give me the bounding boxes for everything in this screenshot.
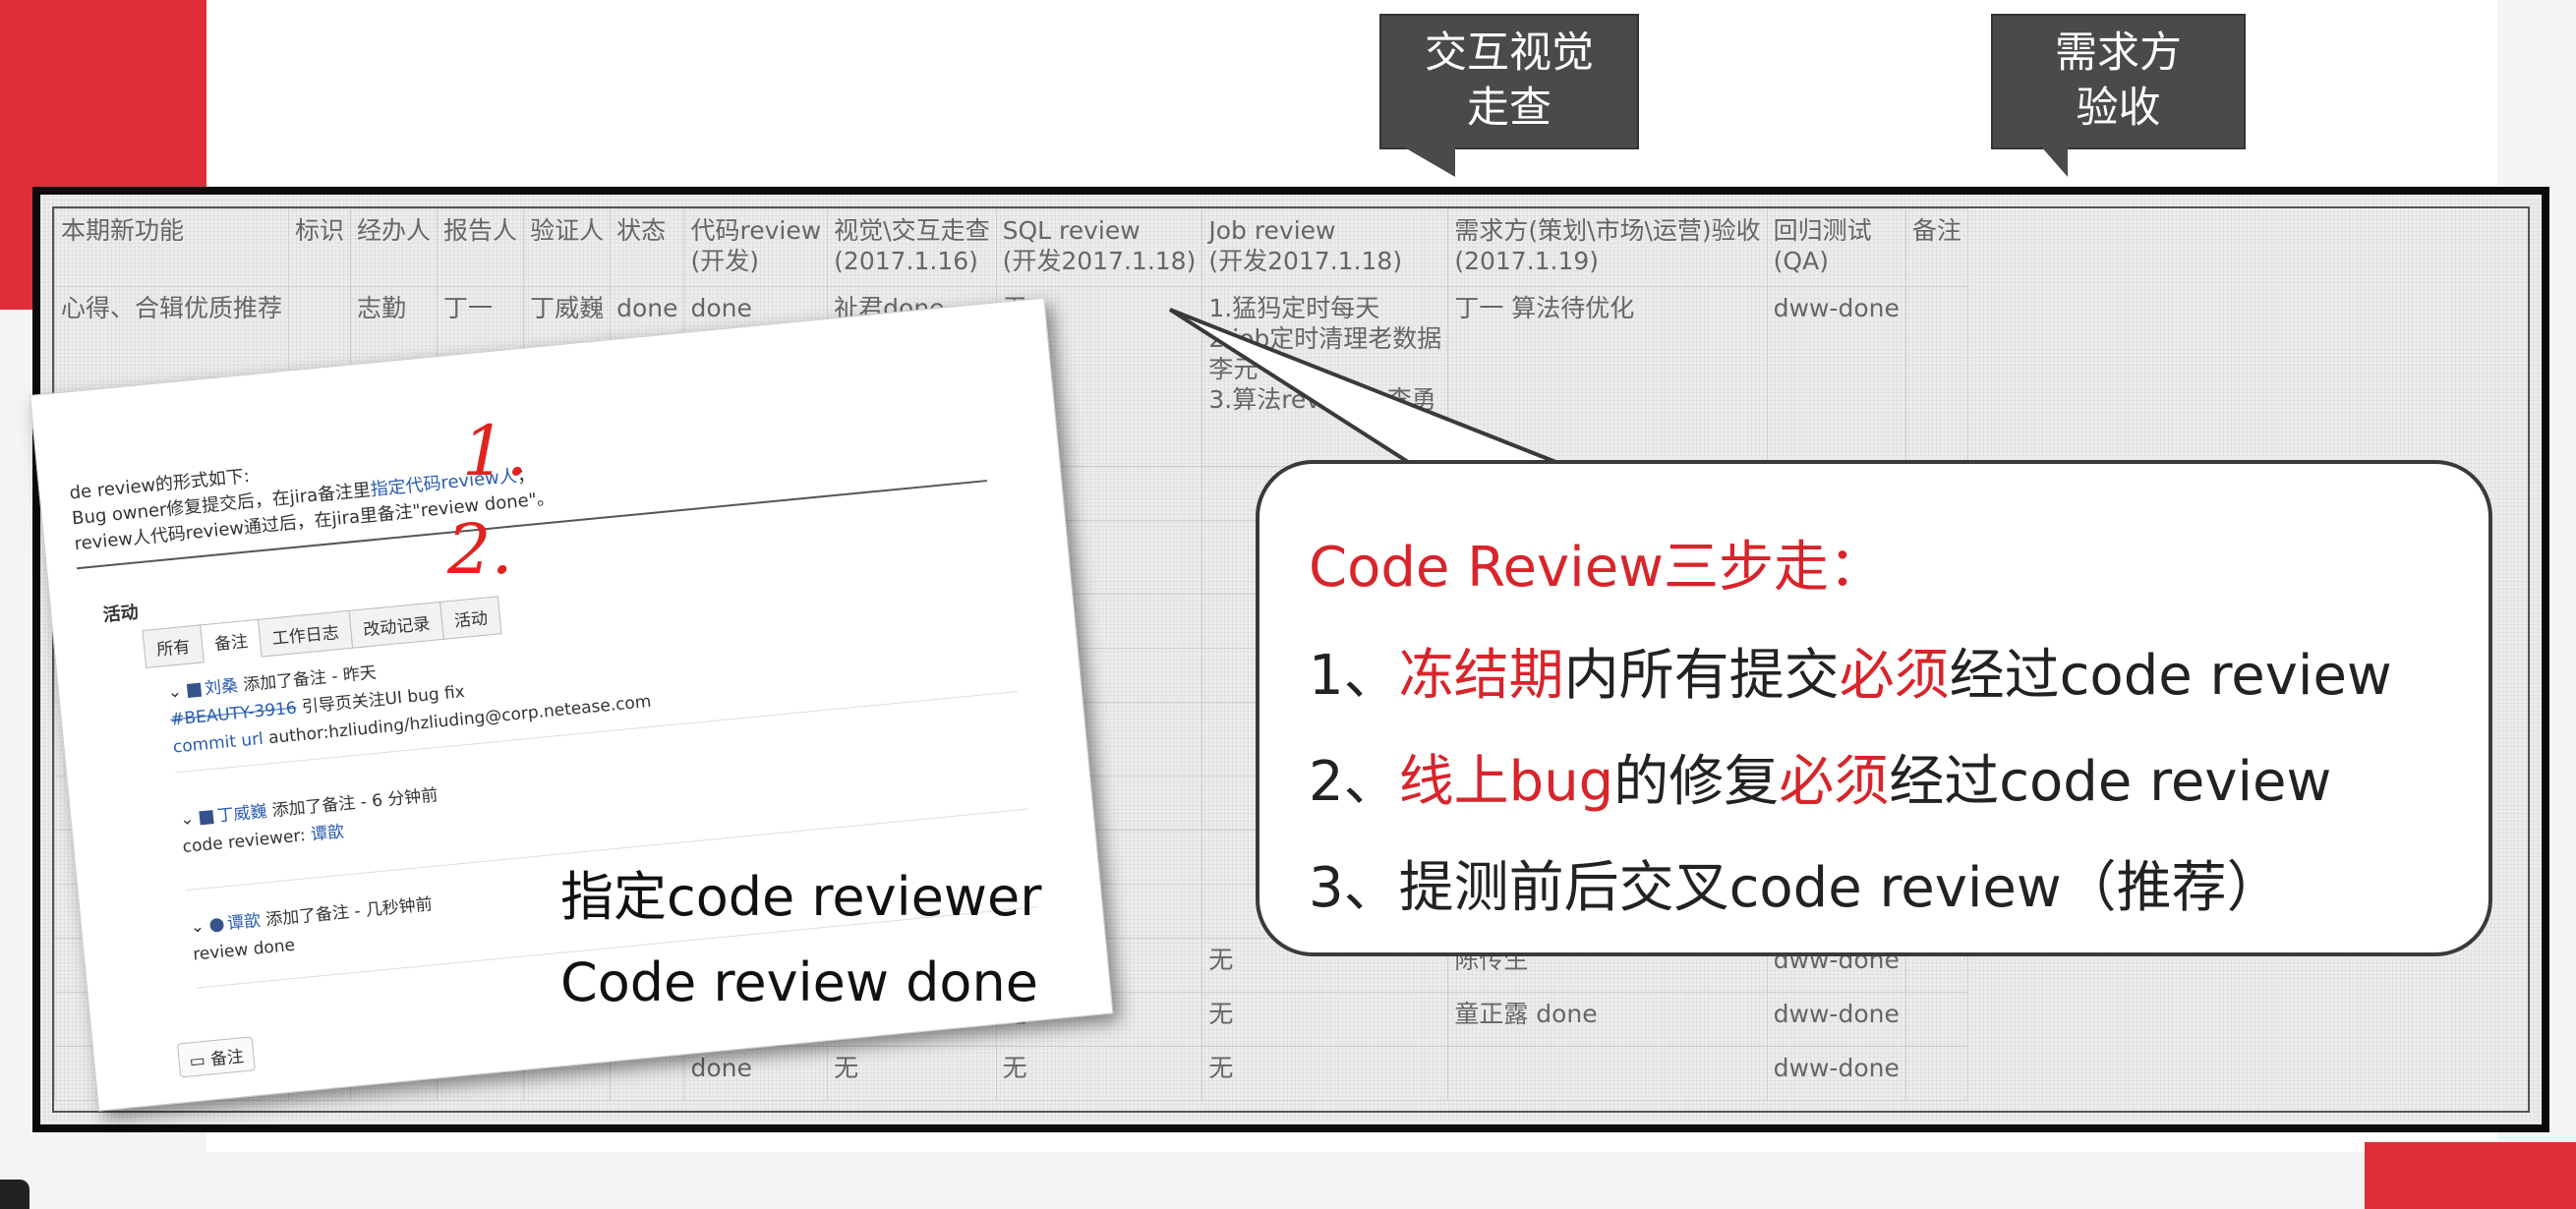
comment-button-label: 备注: [209, 1047, 245, 1070]
table-cell: 童正露 done: [1447, 992, 1768, 1047]
step-1-text: 内所有提交: [1563, 644, 1840, 708]
table-header-cell: 备注: [1904, 208, 1968, 287]
header-line: 经办人: [357, 216, 432, 245]
table-cell: [1904, 286, 1968, 467]
table-header-cell: 代码review (开发): [683, 208, 829, 287]
table-header-cell: 验证人: [523, 208, 612, 287]
step-2-num: 2、: [1309, 750, 1399, 814]
table-cell: 无: [995, 1046, 1203, 1101]
chevron-down-icon[interactable]: ⌄: [190, 916, 210, 937]
comment-icon: ▭: [188, 1050, 212, 1072]
callout-demand-accept: 需求方 验收: [1993, 16, 2244, 177]
entry-3-user[interactable]: 谭歆: [226, 911, 262, 934]
tab-2[interactable]: 工作日志: [257, 609, 354, 658]
header-line: 需求方(策划\市场\运营)验收: [1454, 216, 1761, 245]
table-cell: dww-done: [1766, 1046, 1906, 1101]
step-1-freeze: 冻结期: [1398, 644, 1564, 708]
entry-1-user[interactable]: 刘桑: [204, 676, 239, 699]
table-cell: 无: [827, 1046, 997, 1101]
table-header-cell: 状态: [610, 208, 685, 287]
annotation-review-done: Code review done: [560, 951, 1038, 1013]
bubble-title: Code Review三步走：: [1309, 536, 1884, 600]
step-2-online-bug: 线上bug: [1398, 750, 1614, 814]
entry-2-reviewer[interactable]: 谭歆: [310, 822, 345, 844]
table-header-cell: 报告人: [437, 208, 525, 287]
header-line: 视觉\交互走查: [834, 216, 990, 245]
avatar: [186, 682, 202, 698]
avatar: [199, 810, 214, 826]
annotation-number-1: 1.: [462, 411, 528, 491]
header-line: 标识: [295, 216, 345, 245]
tab-3[interactable]: 改动记录: [348, 601, 444, 649]
callout-tail: [2040, 145, 2068, 177]
table-header-cell: 视觉\交互走查 (2017.1.16): [827, 208, 997, 287]
chevron-down-icon[interactable]: ⌄: [179, 808, 200, 830]
step-2-text: 的修复: [1613, 750, 1780, 814]
comment-button[interactable]: ▭ 备注: [176, 1036, 257, 1078]
header-line: Job review: [1208, 216, 1336, 245]
step-2-must: 必须: [1779, 750, 1890, 814]
table-header-cell: 经办人: [350, 208, 439, 287]
header-line: 报告人: [443, 216, 518, 245]
step-2-tail: 经过code review: [1889, 750, 2332, 814]
table-header-cell: SQL review (开发2017.1.18): [995, 208, 1203, 287]
header-line: (2017.1.19): [1454, 247, 1600, 275]
header-line: 代码review: [690, 216, 822, 245]
entry-1-commit-link[interactable]: commit url: [172, 729, 264, 758]
header-line: 备注: [1911, 216, 1961, 245]
table-cell: 无: [1201, 1046, 1449, 1101]
table-header-cell: Job review (开发2017.1.18): [1201, 208, 1449, 287]
activity-entry-3: ⌄ 谭歆 添加了备注 - 几秒钟前 review done: [189, 891, 436, 968]
entry-2-user[interactable]: 丁威巍: [216, 802, 268, 827]
table-cell: [1904, 992, 1968, 1047]
annotation-assign-reviewer: 指定code reviewer: [560, 866, 1042, 928]
table-cell: [1447, 1046, 1768, 1101]
table-cell: done: [683, 1046, 829, 1101]
tab-1[interactable]: 备注: [200, 618, 263, 663]
callout-tail: [1401, 145, 1455, 177]
header-line: (开发): [690, 247, 759, 275]
table-header-cell: 本期新功能: [53, 208, 290, 287]
table-cell: [1904, 1046, 1968, 1101]
step-1-tail: 经过code review: [1949, 644, 2392, 708]
header-line: (开发2017.1.18): [1208, 247, 1403, 275]
callout-visual-check: 交互视觉 走查: [1381, 16, 1637, 177]
callout-demand-accept-line1: 需求方: [2055, 29, 2182, 78]
table-cell: dww-done: [1766, 992, 1906, 1047]
bubble-step-2: 2、线上bug的修复必须经过code review: [1309, 737, 2331, 817]
table-header-cell: 回归测试 (QA): [1766, 208, 1906, 287]
callout-visual-check-line2: 走查: [1467, 84, 1551, 133]
decor-corner: [0, 1180, 29, 1209]
step-1-must: 必须: [1839, 644, 1950, 708]
table-header-row: 本期新功能 标识 经办人 报告人 验证人 状态 代码review (开发) 视觉\交互走查 (20…: [53, 208, 1968, 287]
tab-4[interactable]: 活动: [439, 596, 502, 640]
avatar: [208, 917, 224, 933]
bubble-pointer: [1168, 308, 1566, 471]
header-line: SQL review: [1002, 216, 1141, 245]
decor-red-block-bottom-right: [2365, 1142, 2576, 1209]
annotation-number-2: 2.: [447, 509, 513, 590]
callout-visual-check-line1: 交互视觉: [1425, 29, 1594, 78]
header-line: 回归测试: [1773, 216, 1872, 245]
bubble-step-1: 1、冻结期内所有提交必须经过code review: [1309, 631, 2392, 711]
chevron-down-icon[interactable]: ⌄: [167, 681, 188, 703]
tab-0[interactable]: 所有: [142, 624, 205, 668]
code-review-steps-bubble: Code Review三步走： 1、冻结期内所有提交必须经过code revie…: [1256, 460, 2492, 956]
bubble-step-3: 3、提测前后交叉code review（推荐）: [1309, 856, 2282, 920]
header-line: 本期新功能: [61, 216, 185, 245]
header-line: (2017.1.16): [834, 247, 978, 275]
activity-heading: 活动: [101, 602, 140, 626]
header-line: 状态: [616, 216, 667, 245]
header-line: 验证人: [530, 216, 605, 245]
header-line: (开发2017.1.18): [1002, 247, 1197, 275]
callout-demand-accept-line2: 验收: [2076, 84, 2161, 133]
table-header-cell: 需求方(策划\市场\运营)验收 (2017.1.19): [1447, 208, 1768, 287]
table-cell: 无: [1201, 992, 1449, 1047]
header-line: (QA): [1773, 247, 1829, 275]
table-header-cell: 标识: [288, 208, 352, 287]
activity-entry-2: ⌄ 丁威巍 添加了备注 - 6 分钟前 code reviewer: 谭歆: [179, 781, 441, 861]
step-1-num: 1、: [1309, 644, 1399, 708]
